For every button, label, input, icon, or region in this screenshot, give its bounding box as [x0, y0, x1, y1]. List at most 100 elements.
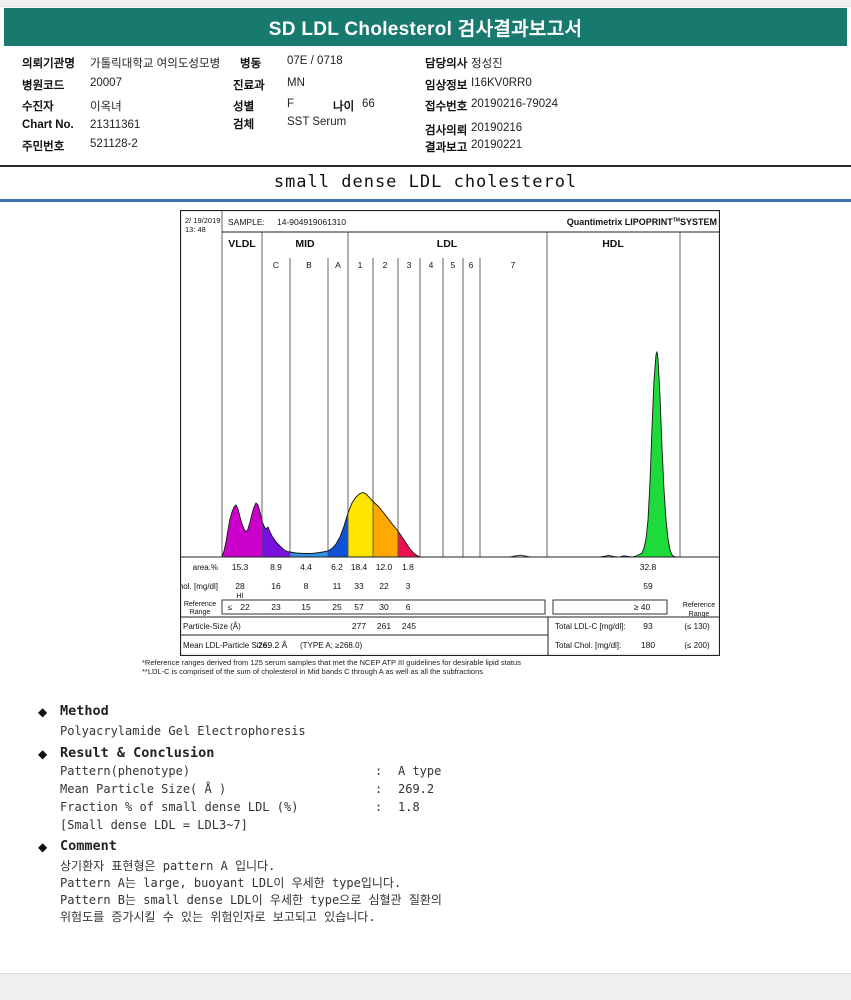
mean-size-value: 269.2 Å [258, 640, 288, 650]
total-chol-ref: (≤ 200) [684, 641, 710, 650]
hosp-code-value: 20007 [90, 77, 122, 89]
mean-size-note: (TYPE A; ≥268.0) [300, 641, 363, 650]
report-title: SD LDL Cholesterol 검사결과보고서 [269, 14, 583, 41]
chol-mid-b: 8 [304, 581, 309, 591]
ldl1-band [348, 493, 373, 558]
ref-hdl: ≥ 40 [634, 602, 651, 612]
result-heading: Result & Conclusion [60, 745, 214, 761]
ldl-sub-5: 5 [451, 260, 456, 270]
mid-sub-a: A [335, 260, 341, 270]
mid-sub-c: C [273, 260, 279, 270]
dept-value: MN [287, 77, 305, 89]
ward-label: 병동 [240, 55, 261, 71]
lipoprint-chart: 2/ 19/2019 13: 48 SAMPLE: 14-90491906131… [180, 210, 720, 656]
age-value: 66 [362, 98, 375, 110]
org-label: 의뢰기관명 [22, 55, 75, 71]
hdl-band [632, 352, 677, 558]
clinical-label: 임상정보 [425, 77, 467, 93]
profile-outline [222, 352, 720, 558]
method-body: Polyacrylamide Gel Electrophoresis [60, 724, 306, 738]
ldl-sub-6: 6 [469, 260, 474, 270]
area-hdl: 32.8 [640, 562, 657, 572]
top-gray-strip [0, 0, 851, 7]
particle-ldl1: 277 [352, 621, 366, 631]
run-date: 2/ 19/2019 [185, 216, 220, 225]
ldl-sub-1: 1 [358, 260, 363, 270]
ref-vldl: 22 [240, 602, 250, 612]
particle-row-label: Particle-Size (Å) [183, 622, 241, 631]
ref-lte-sign: ≤ [228, 603, 233, 612]
result-bullet: ◆ [38, 747, 47, 761]
mean-size-label: Mean LDL-Particle Size: [183, 641, 269, 650]
hi-flag: HI [236, 591, 244, 600]
area-ldl1: 18.4 [351, 562, 368, 572]
report-header-bar: SD LDL Cholesterol 검사결과보고서 [4, 8, 847, 46]
ldl2-band [373, 502, 398, 558]
chol-hdl: 59 [643, 581, 653, 591]
total-ldl-label: Total LDL-C [mg/dl]: [555, 622, 626, 631]
receipt-value: 20190216-79024 [471, 98, 558, 110]
chart-no-label: Chart No. [22, 119, 74, 131]
result-item-colon: : [375, 800, 382, 814]
chol-ldl3: 3 [406, 581, 411, 591]
report-date-value: 20190221 [471, 139, 522, 151]
method-bullet: ◆ [38, 705, 47, 719]
area-vldl: 15.3 [232, 562, 249, 572]
area-mid-a: 6.2 [331, 562, 343, 572]
lane-ldl-label: LDL [437, 238, 458, 250]
sample-id: 14-904919061310 [277, 217, 346, 227]
result-item-label: Pattern(phenotype) [60, 764, 190, 778]
footnote-2: **LDL-C is comprised of the sum of chole… [142, 667, 742, 676]
patient-name-value: 이옥녀 [90, 98, 122, 114]
mid-a-band [328, 513, 348, 557]
ref-range-right-2: Range [689, 611, 710, 618]
doctor-value: 정성진 [471, 55, 503, 71]
result-item-value: 269.2 [398, 782, 434, 796]
lab-report-page: SD LDL Cholesterol 검사결과보고서 의뢰기관명 가톨릭대학교 … [0, 0, 851, 1000]
result-item-colon: : [375, 782, 382, 796]
sex-label: 성별 [233, 98, 254, 114]
table-lines [180, 232, 720, 655]
chol-row-label: chol. [mg/dl] [180, 582, 218, 591]
chart-no-value: 21311361 [90, 119, 140, 131]
chart-border [181, 211, 720, 656]
footnote-1: *Reference ranges derived from 125 serum… [142, 658, 742, 667]
sex-value: F [287, 98, 294, 110]
mid-sub-b: B [306, 260, 312, 270]
result-item-value: A type [398, 764, 441, 778]
specimen-value: SST Serum [287, 116, 346, 128]
resident-no-value: 521128-2 [90, 138, 138, 150]
total-ldl-ref: (≤ 130) [684, 622, 710, 631]
specimen-label: 검체 [233, 116, 254, 132]
section-title: small dense LDL cholesterol [0, 172, 851, 192]
doctor-label: 담당의사 [425, 55, 467, 71]
ref-ldl3: 6 [406, 602, 411, 612]
brand-suffix: SYSTEM [680, 217, 717, 227]
sample-label: SAMPLE: [228, 217, 265, 227]
ref-mid-c: 23 [271, 602, 281, 612]
lane-vldl-label: VLDL [228, 238, 256, 250]
chol-mid-a: 11 [333, 581, 342, 591]
chol-ldl1: 33 [354, 581, 364, 591]
result-item-colon: : [375, 764, 382, 778]
comment-line: 위험도를 증가시킬 수 있는 위험인자로 보고되고 있습니다. [60, 908, 376, 925]
brand-tm: TM [673, 218, 680, 224]
comment-line: 상기환자 표현형은 pattern A 입니다. [60, 857, 275, 874]
receipt-label: 접수번호 [425, 98, 467, 114]
ldl-sub-4: 4 [429, 260, 434, 270]
ward-value: 07E / 0718 [287, 55, 343, 67]
comment-line: Pattern A는 large, buoyant LDL이 우세한 type입… [60, 874, 401, 891]
ref-mid-a: 25 [332, 602, 342, 612]
comment-bullet: ◆ [38, 840, 47, 854]
mid-c-band [262, 521, 290, 557]
ldl-sub-2: 2 [383, 260, 388, 270]
lane-mid-label: MID [295, 238, 315, 250]
lane-hdl-label: HDL [602, 238, 624, 250]
area-mid-c: 8.9 [270, 562, 282, 572]
total-chol-label: Total Chol. [mg/dl]: [555, 641, 621, 650]
chart-footnotes: *Reference ranges derived from 125 serum… [142, 658, 742, 676]
request-date-value: 20190216 [471, 122, 522, 134]
area-ldl3: 1.8 [402, 562, 414, 572]
age-label: 나이 [333, 98, 354, 114]
result-item-value: 1.8 [398, 800, 420, 814]
